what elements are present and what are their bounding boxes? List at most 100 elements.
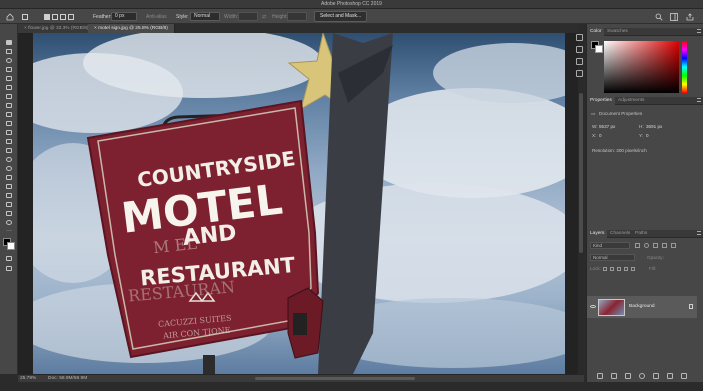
shape-filter-icon[interactable] [662, 243, 667, 248]
height-value[interactable]: 3691 px [646, 124, 662, 129]
eye-icon[interactable] [590, 305, 596, 308]
style-select[interactable]: Normal [190, 12, 220, 21]
background-color-swatch[interactable] [7, 242, 15, 250]
width-label: Width: [224, 13, 239, 20]
rectangle-tool-icon[interactable] [4, 200, 14, 208]
lasso-tool-icon[interactable] [4, 56, 14, 64]
search-icon[interactable] [655, 11, 663, 22]
lock-artboard-icon[interactable] [624, 267, 628, 271]
swap-icon[interactable]: ⇄ [262, 11, 266, 22]
zoom-tool-icon[interactable] [4, 218, 14, 226]
history-brush-tool-icon[interactable] [4, 128, 14, 136]
screen-mode-icon[interactable] [4, 264, 14, 272]
y-value[interactable]: 0 [646, 133, 649, 138]
clone-stamp-tool-icon[interactable] [4, 119, 14, 127]
panel-menu-icon[interactable] [697, 29, 701, 33]
resolution-text: Resolution: 300 pixels/inch [592, 148, 647, 153]
tab-flower[interactable]: × flower.jpg @ 33.3% (RGB/8) [18, 24, 96, 33]
window-title: Adobe Photoshop CC 2019 [321, 1, 382, 7]
hue-slider[interactable] [682, 41, 687, 93]
properties-panel-tabs: Properties Adjustments [587, 97, 703, 105]
lock-pixels-icon[interactable] [610, 267, 614, 271]
tab-color[interactable]: Color [587, 28, 605, 36]
marquee-tool-preset-icon[interactable] [22, 11, 28, 22]
type-tool-icon[interactable] [4, 182, 14, 190]
height-input[interactable] [287, 12, 307, 21]
hand-tool-icon[interactable] [4, 209, 14, 217]
new-adjustment-layer-icon[interactable] [639, 373, 645, 379]
width-value[interactable]: 5537 px [599, 124, 615, 129]
zoom-level[interactable]: 25.79% [20, 376, 36, 381]
pen-tool-icon[interactable] [4, 173, 14, 181]
dodge-tool-icon[interactable] [4, 164, 14, 172]
link-layers-icon[interactable] [597, 373, 603, 379]
horizontal-scrollbar[interactable] [255, 377, 415, 380]
type-filter-icon[interactable] [653, 243, 658, 248]
width-input[interactable] [238, 12, 258, 21]
healing-brush-tool-icon[interactable] [4, 101, 14, 109]
quick-selection-tool-icon[interactable] [4, 65, 14, 73]
brush-tool-icon[interactable] [4, 110, 14, 118]
title-bar: Adobe Photoshop CC 2019 [0, 0, 703, 9]
layer-style-icon[interactable] [611, 373, 617, 379]
more-tools-icon[interactable]: ··· [4, 227, 14, 235]
select-and-mask-button[interactable]: Select and Mask... [314, 11, 368, 22]
layer-filter-icons [635, 243, 695, 248]
smart-object-filter-icon[interactable] [671, 243, 676, 248]
workspace-icon[interactable] [670, 11, 678, 22]
color-field[interactable] [604, 41, 679, 93]
feather-input[interactable]: 0 px [111, 12, 137, 21]
layer-name[interactable]: Background [629, 304, 655, 309]
crop-tool-icon[interactable] [4, 74, 14, 82]
lock-all-icon[interactable] [631, 267, 635, 271]
tab-adjustments[interactable]: Adjustments [615, 97, 647, 105]
panel-menu-icon[interactable] [697, 231, 701, 235]
delete-layer-icon[interactable] [681, 373, 687, 379]
add-mask-icon[interactable] [625, 373, 631, 379]
tab-channels[interactable]: Channels [607, 230, 633, 238]
document-canvas[interactable]: COUNTRYSIDE MOTEL M EL AND RESTAURANT RE… [33, 33, 565, 374]
tab-paths[interactable]: Paths [632, 230, 650, 238]
layer-filter-select[interactable]: Kind [590, 242, 630, 249]
tab-properties[interactable]: Properties [587, 97, 615, 105]
frame-tool-icon[interactable] [4, 83, 14, 91]
paragraph-panel-icon[interactable] [576, 70, 583, 77]
doc-size[interactable]: Doc: 58.9M/58.9M [48, 376, 87, 381]
selection-mode-group[interactable] [44, 11, 74, 22]
pixel-filter-icon[interactable] [635, 243, 640, 248]
adjustment-filter-icon[interactable] [644, 243, 649, 248]
new-group-icon[interactable] [653, 373, 659, 379]
eyedropper-tool-icon[interactable] [4, 92, 14, 100]
lock-options [603, 267, 635, 271]
blend-mode-select[interactable]: Normal [590, 254, 635, 261]
history-panel-icon[interactable] [576, 34, 583, 41]
layers-panel-tabs: Layers Channels Paths [587, 230, 703, 238]
marquee-tool-icon[interactable] [4, 47, 14, 55]
move-tool-icon[interactable] [4, 38, 14, 46]
brush-panel-icon[interactable] [576, 46, 583, 53]
tab-layers[interactable]: Layers [587, 230, 608, 238]
new-selection-icon[interactable] [44, 13, 50, 20]
lock-transparency-icon[interactable] [603, 267, 607, 271]
bottom-strip [0, 382, 703, 391]
panel-menu-icon[interactable] [697, 98, 701, 102]
subtract-selection-icon[interactable] [60, 13, 66, 20]
eraser-tool-icon[interactable] [4, 137, 14, 145]
antialias-checkbox[interactable]: Anti-alias [146, 11, 167, 22]
x-value[interactable]: 0 [599, 133, 602, 138]
blur-tool-icon[interactable] [4, 155, 14, 163]
layer-row-background[interactable]: Background [587, 296, 697, 318]
add-selection-icon[interactable] [52, 13, 58, 20]
gradient-tool-icon[interactable] [4, 146, 14, 154]
share-icon[interactable] [686, 11, 694, 22]
quick-mask-icon[interactable] [4, 254, 14, 262]
tab-swatches[interactable]: Swatches [604, 28, 631, 36]
color-background-swatch[interactable] [595, 45, 603, 53]
path-selection-tool-icon[interactable] [4, 191, 14, 199]
intersect-selection-icon[interactable] [68, 13, 74, 20]
home-icon[interactable] [6, 11, 14, 22]
tab-motel-sign[interactable]: × motel sign.jpg @ 25.8% (RGB/8) [88, 24, 175, 33]
lock-position-icon[interactable] [617, 267, 621, 271]
new-layer-icon[interactable] [667, 373, 673, 379]
character-panel-icon[interactable] [576, 58, 583, 65]
